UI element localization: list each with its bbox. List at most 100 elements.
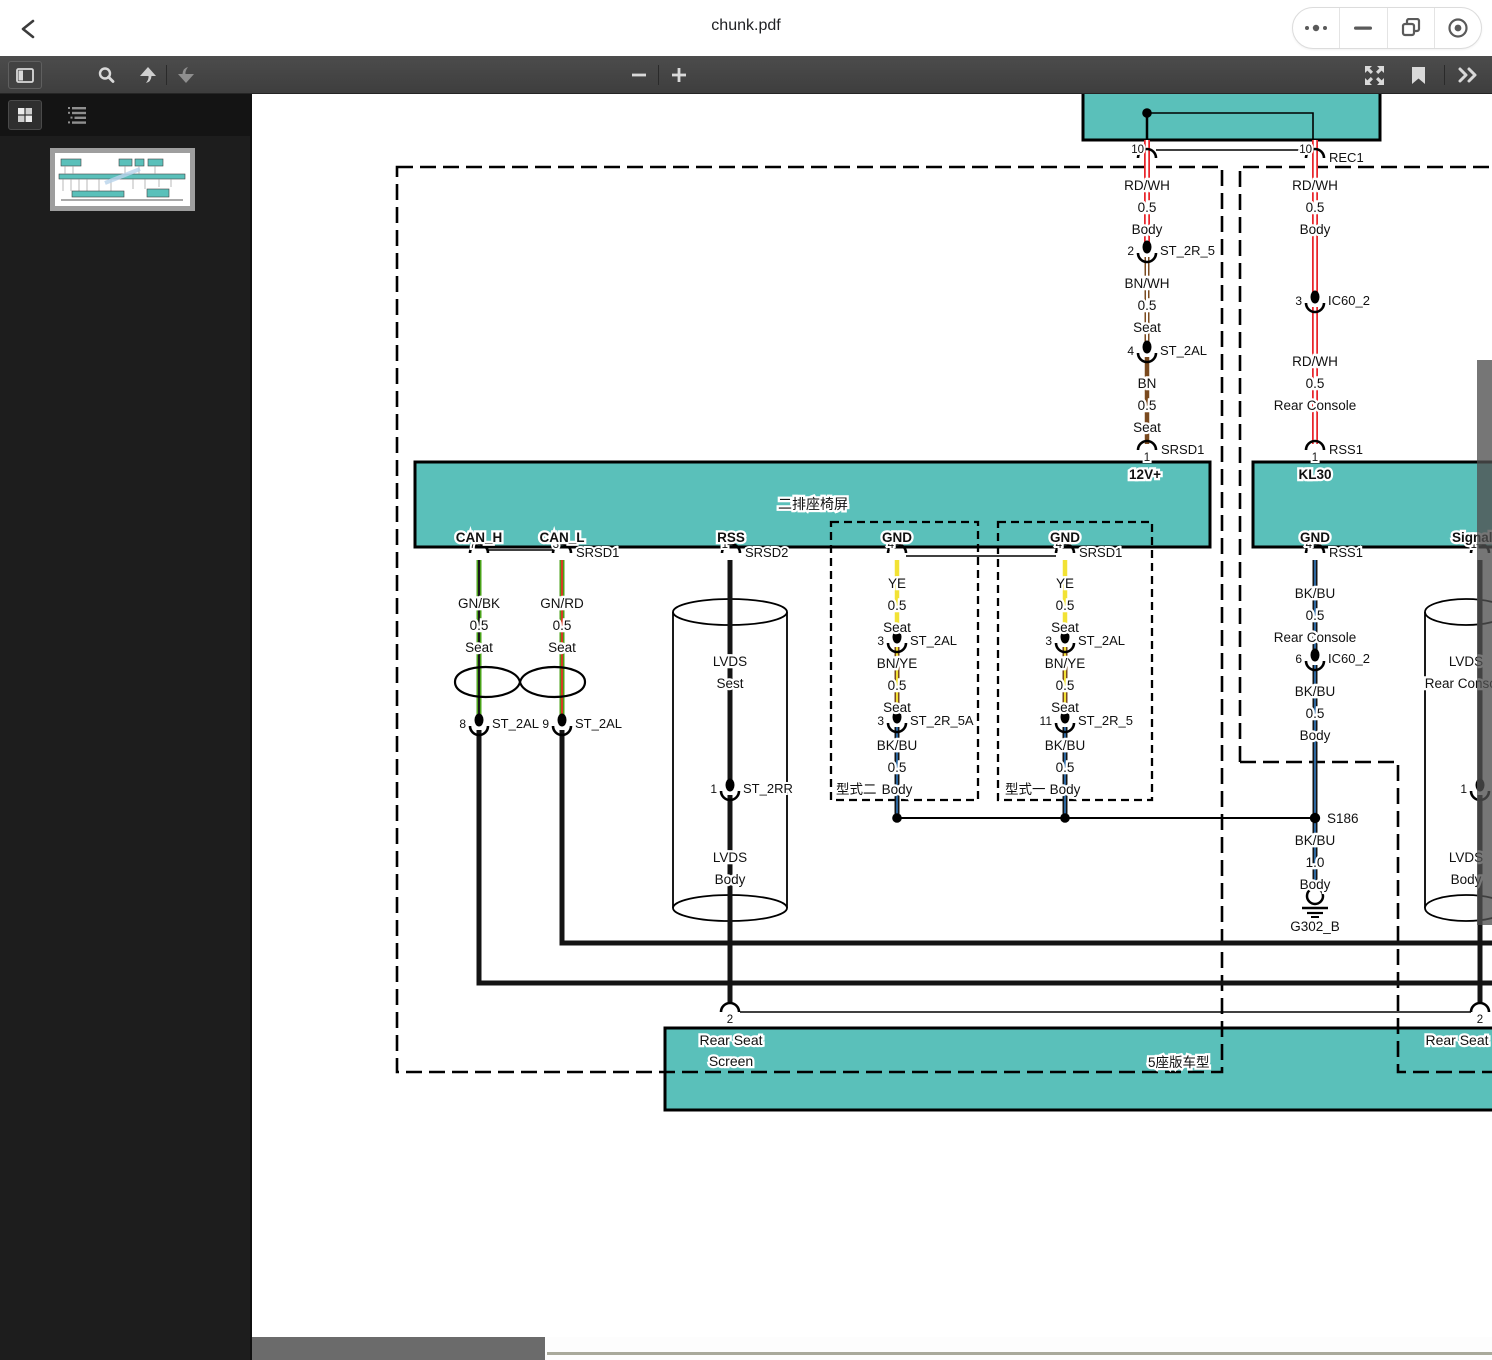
more-options-icon	[1303, 22, 1329, 34]
record-button[interactable]	[1434, 8, 1481, 48]
connector-name: SRSD1	[576, 545, 619, 560]
bookmark-button[interactable]	[1402, 59, 1434, 91]
diagram-label: CAN_L	[539, 530, 584, 545]
sidebar-toggle-icon	[16, 68, 34, 83]
diagram-label: YE0.5Seat	[883, 576, 911, 635]
horizontal-scrollbar-thumb[interactable]	[252, 1337, 545, 1360]
twisted-pair-symbol	[455, 667, 585, 697]
zoom-out-button[interactable]	[623, 59, 655, 91]
diagram-label: BN/YE0.5Seat	[1045, 656, 1086, 715]
window-controls	[1292, 7, 1482, 49]
diagram-label: GND	[882, 530, 912, 545]
presentation-mode-button[interactable]	[1358, 59, 1390, 91]
next-page-button[interactable]	[170, 59, 202, 91]
source-box	[1083, 94, 1380, 140]
sidebar-toggle-button[interactable]	[8, 61, 42, 89]
splice-name: ST_2AL	[1078, 633, 1125, 648]
restore-button[interactable]	[1387, 8, 1434, 48]
diagram-label: BN/YE0.5Seat	[877, 656, 918, 715]
splice-dot	[726, 779, 735, 792]
splice-name: ST_2AL	[910, 633, 957, 648]
splice-number: 11	[1040, 714, 1053, 728]
connector-name: RSS1	[1329, 545, 1363, 560]
diagram-label: BK/BU0.5Rear Console	[1274, 586, 1357, 645]
zoom-out-icon	[631, 67, 647, 83]
presentation-icon	[1365, 66, 1384, 85]
search-icon	[97, 66, 115, 84]
splice-number: 2	[1127, 244, 1134, 258]
splice-s186	[1310, 813, 1320, 823]
splice-dot	[475, 714, 484, 727]
more-tools-icon	[1457, 66, 1479, 84]
connector-name: REC1	[1329, 150, 1364, 165]
document-title: chunk.pdf	[0, 17, 1492, 35]
vertical-scrollbar-thumb[interactable]	[1477, 360, 1492, 925]
sidebar-view-toolbar	[0, 94, 252, 136]
wiring-diagram: 1010REC173SRSD11SRSD244SRSD14RSS111SRSD1…	[252, 94, 1492, 1337]
diagram-label: BK/BU1.0Body	[1295, 833, 1336, 892]
diagram-label: CAN_H	[456, 530, 503, 545]
zoom-in-icon	[671, 67, 687, 83]
outline-view-button[interactable]	[60, 100, 94, 130]
connector-name: SRSD2	[745, 545, 788, 560]
pdf-toolbar: / 1 150%	[0, 56, 1492, 94]
zoom-in-button[interactable]	[663, 59, 695, 91]
splice-number: 3	[877, 714, 884, 728]
splice-name: IC60_2	[1328, 293, 1370, 308]
splice-name: ST_2RR	[743, 781, 793, 796]
diagram-label: RD/WH0.5Rear Console	[1274, 354, 1357, 413]
diagram-label: RD/WH0.5Body	[1292, 178, 1338, 237]
harness-boundary	[397, 167, 1222, 1072]
record-icon	[1447, 17, 1469, 39]
connector-name: SRSD1	[1079, 545, 1122, 560]
pin	[721, 1003, 739, 1012]
pin-number: 10	[1131, 144, 1144, 156]
splice-dot	[558, 714, 567, 727]
diagram-label: 12V+	[1129, 467, 1161, 482]
splice-number: 3	[1295, 294, 1302, 308]
diagram-label: 型式一	[1005, 782, 1046, 797]
splice-number: 3	[1045, 634, 1052, 648]
diagram-label: S186	[1327, 811, 1359, 826]
page-down-icon	[176, 65, 196, 85]
diagram-label: BK/BU0.5Body	[1295, 684, 1336, 743]
splice-dot	[1311, 291, 1320, 304]
pin	[1471, 1003, 1489, 1012]
pin-number: 1	[1312, 452, 1318, 464]
junction-dot	[1142, 108, 1152, 118]
diagram-label: 二排座椅屏	[778, 496, 848, 512]
pin-number: 2	[727, 1014, 733, 1026]
diagram-label: 5座版车型	[1148, 1054, 1210, 1070]
splice-name: ST_2AL	[492, 716, 539, 731]
diagram-label: RSS	[717, 530, 745, 545]
thumbnails-view-button[interactable]	[8, 100, 42, 130]
splice-name: ST_2AL	[575, 716, 622, 731]
previous-page-button[interactable]	[132, 59, 164, 91]
scrollbar-track-line	[547, 1352, 1492, 1355]
splice-dot	[1143, 241, 1152, 254]
splice-name: ST_2R_5	[1160, 243, 1215, 258]
diagram-label: GN/RD0.5Seat	[540, 596, 584, 655]
splice-name: ST_2R_5A	[910, 713, 974, 728]
diagram-label: Rear Seat	[1425, 1032, 1488, 1048]
search-button[interactable]	[90, 59, 122, 91]
splice-number: 1	[1460, 782, 1467, 796]
splice-number: 3	[877, 634, 884, 648]
splice-number: 8	[459, 717, 466, 731]
diagram-label: YE0.5Seat	[1051, 576, 1079, 635]
diagram-label: G302_B	[1290, 919, 1340, 934]
diagram-label: BK/BU0.5Body	[877, 738, 918, 797]
diagram-label: BN/WH0.5Seat	[1125, 276, 1170, 335]
browser-top-bar: chunk.pdf	[0, 0, 1492, 56]
splice-name: IC60_2	[1328, 651, 1370, 666]
page-thumbnail[interactable]	[50, 148, 195, 211]
pin-number: 10	[1299, 144, 1312, 156]
minimize-button[interactable]	[1339, 8, 1386, 48]
junction-dot	[892, 813, 902, 823]
connector-name: RSS1	[1329, 442, 1363, 457]
outline-view-icon	[68, 107, 86, 124]
diagram-label: RD/WH0.5Body	[1124, 178, 1170, 237]
splice-number: 1	[710, 782, 717, 796]
more-tools-button[interactable]	[1452, 59, 1484, 91]
more-options-button[interactable]	[1293, 8, 1339, 48]
